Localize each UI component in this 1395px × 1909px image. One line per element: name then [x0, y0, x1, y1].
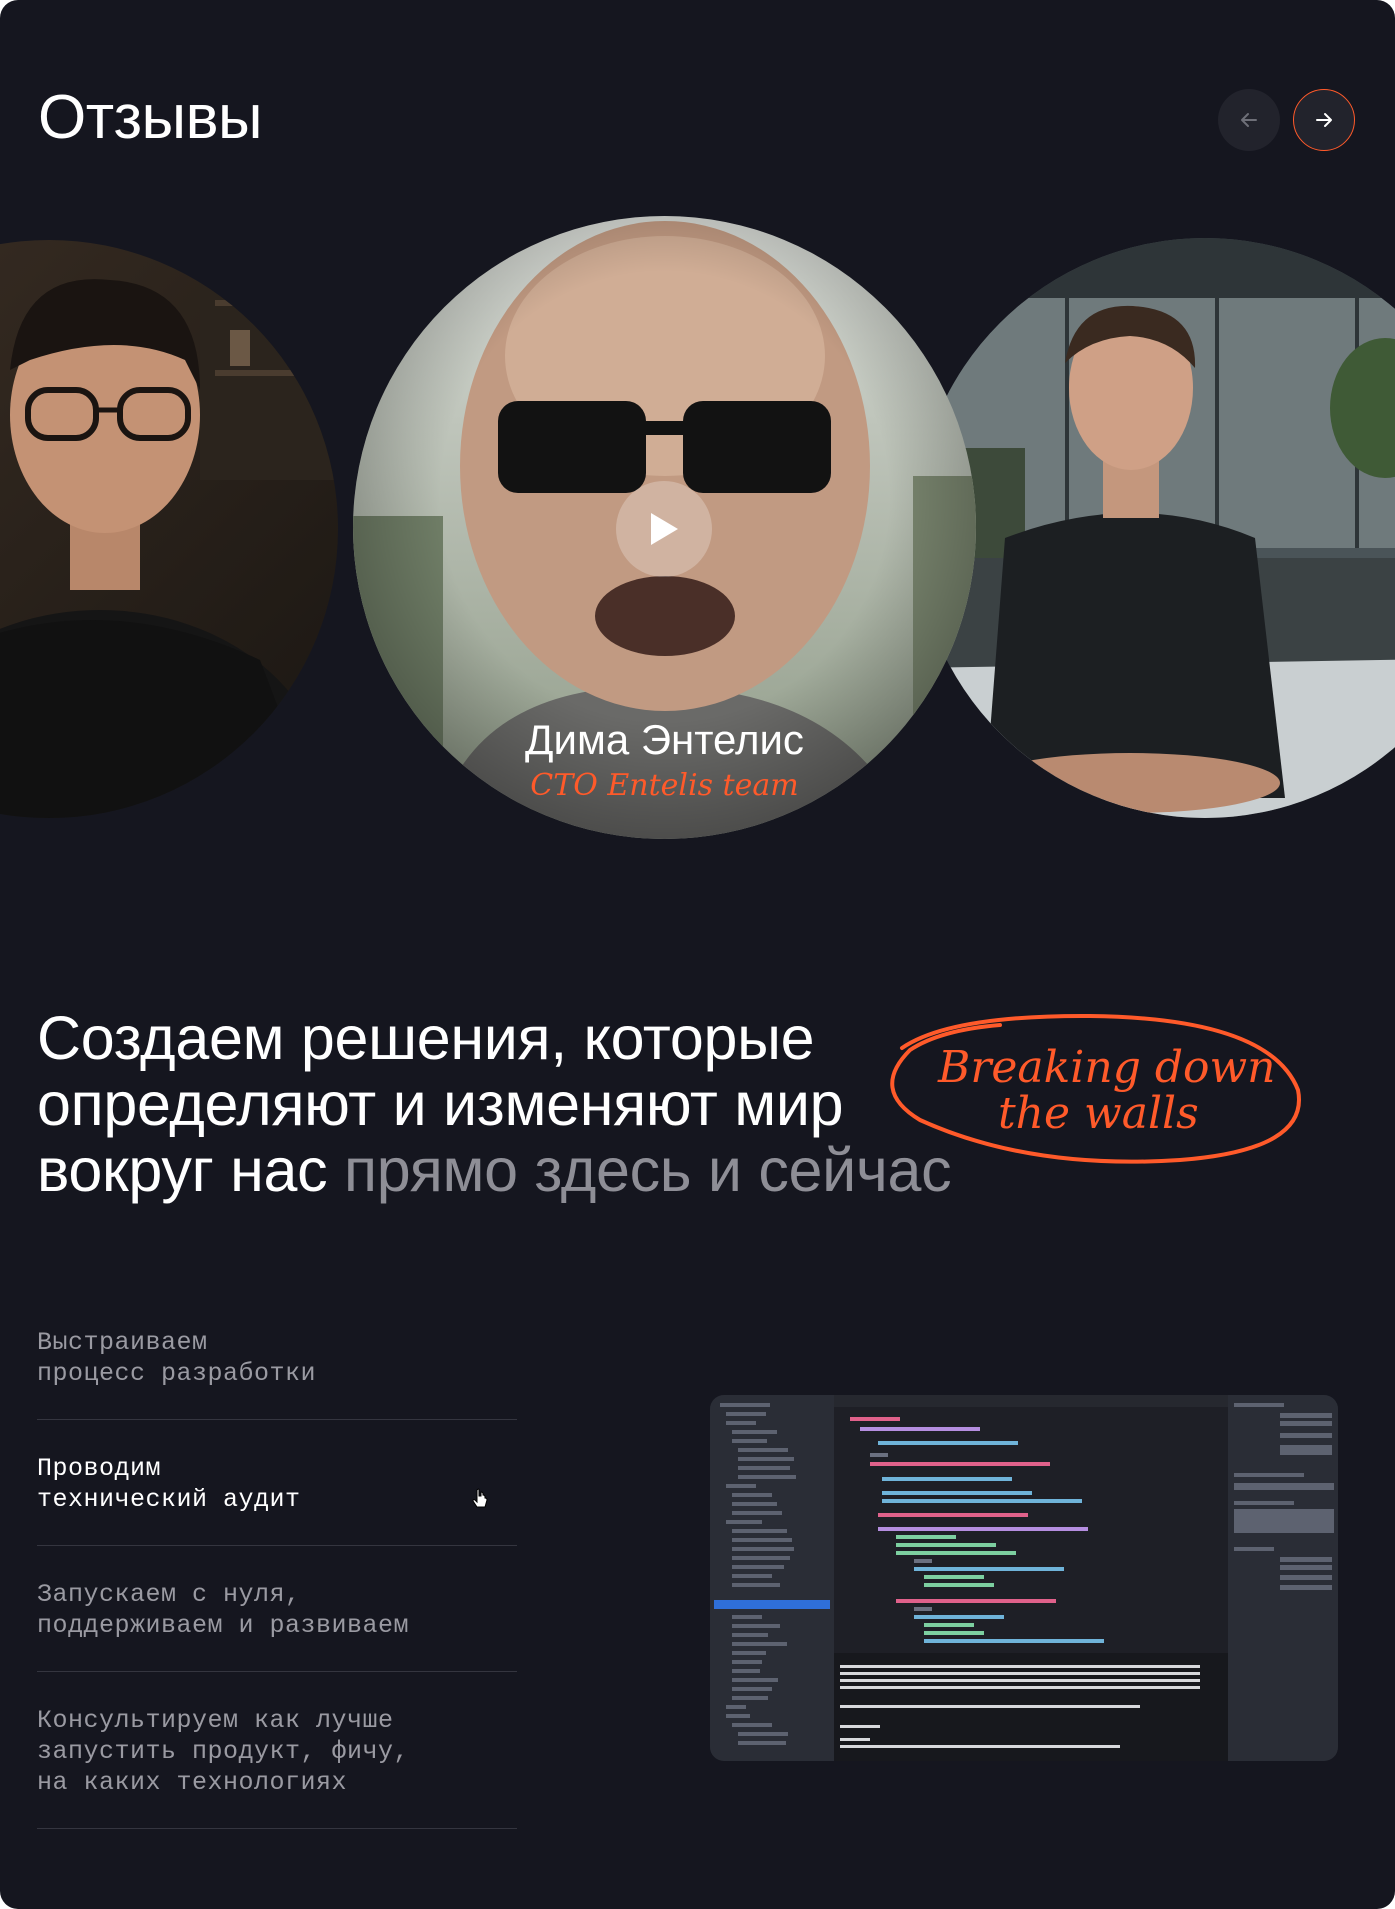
- testimonial-role: CTO Entelis team: [530, 768, 799, 803]
- service-item-label: процесс разработки: [37, 1359, 317, 1388]
- scribble-line-2: the walls: [998, 1088, 1199, 1139]
- headline: Создаем решения, которые определяют и из…: [37, 1004, 952, 1204]
- service-item-launch[interactable]: Запускаем с нуля, поддерживаем и развива…: [37, 1579, 517, 1641]
- headline-line-2: определяют и изменяют мир: [37, 1070, 844, 1138]
- service-item-label: Консультируем как лучше: [37, 1706, 394, 1735]
- carousel-prev-button[interactable]: [1218, 89, 1280, 151]
- service-item-label: Запускаем с нуля,: [37, 1580, 301, 1609]
- divider: [37, 1545, 517, 1546]
- testimonial-photo-left[interactable]: [0, 240, 338, 818]
- testimonial-photo-right[interactable]: [915, 238, 1395, 818]
- reviews-section: Отзывы Дима Энтелис CTO Entelis team Соз…: [0, 0, 1395, 1909]
- service-item-label: Выстраиваем: [37, 1328, 208, 1357]
- service-item-label: технический аудит: [37, 1485, 301, 1514]
- headline-line-3: вокруг нас прямо здесь и сейчас: [37, 1136, 952, 1204]
- section-title: Отзывы: [38, 83, 263, 152]
- service-item-label: запустить продукт, фичу,: [37, 1737, 410, 1766]
- pointer-cursor-icon: [472, 1488, 488, 1508]
- headline-line-3-muted: прямо здесь и сейчас: [344, 1136, 952, 1204]
- arrow-left-icon: [1241, 113, 1257, 127]
- headline-line-3-main: вокруг нас: [37, 1136, 328, 1204]
- breaking-down-the-walls-scribble: Breaking down the walls: [890, 1013, 1301, 1164]
- play-icon: [651, 513, 678, 545]
- service-item-label: поддерживаем и развиваем: [37, 1611, 410, 1640]
- divider: [37, 1419, 517, 1420]
- divider: [37, 1671, 517, 1672]
- carousel-next-button[interactable]: [1293, 89, 1355, 151]
- headline-line-1: Создаем решения, которые: [37, 1004, 815, 1072]
- service-item-label: на каких технологиях: [37, 1768, 348, 1797]
- service-item-audit[interactable]: Проводим технический аудит: [37, 1453, 517, 1515]
- service-item-consulting[interactable]: Консультируем как лучше запустить продук…: [37, 1705, 517, 1798]
- divider: [37, 1828, 517, 1829]
- ide-screenshot-image: [710, 1395, 1338, 1761]
- testimonial-name: Дима Энтелис: [525, 716, 804, 763]
- service-item-process[interactable]: Выстраиваем процесс разработки: [37, 1327, 517, 1389]
- play-video-button[interactable]: [616, 481, 712, 577]
- scribble-line-1: Breaking down: [937, 1042, 1276, 1093]
- arrow-right-icon: [1316, 113, 1332, 127]
- service-item-label: Проводим: [37, 1454, 162, 1483]
